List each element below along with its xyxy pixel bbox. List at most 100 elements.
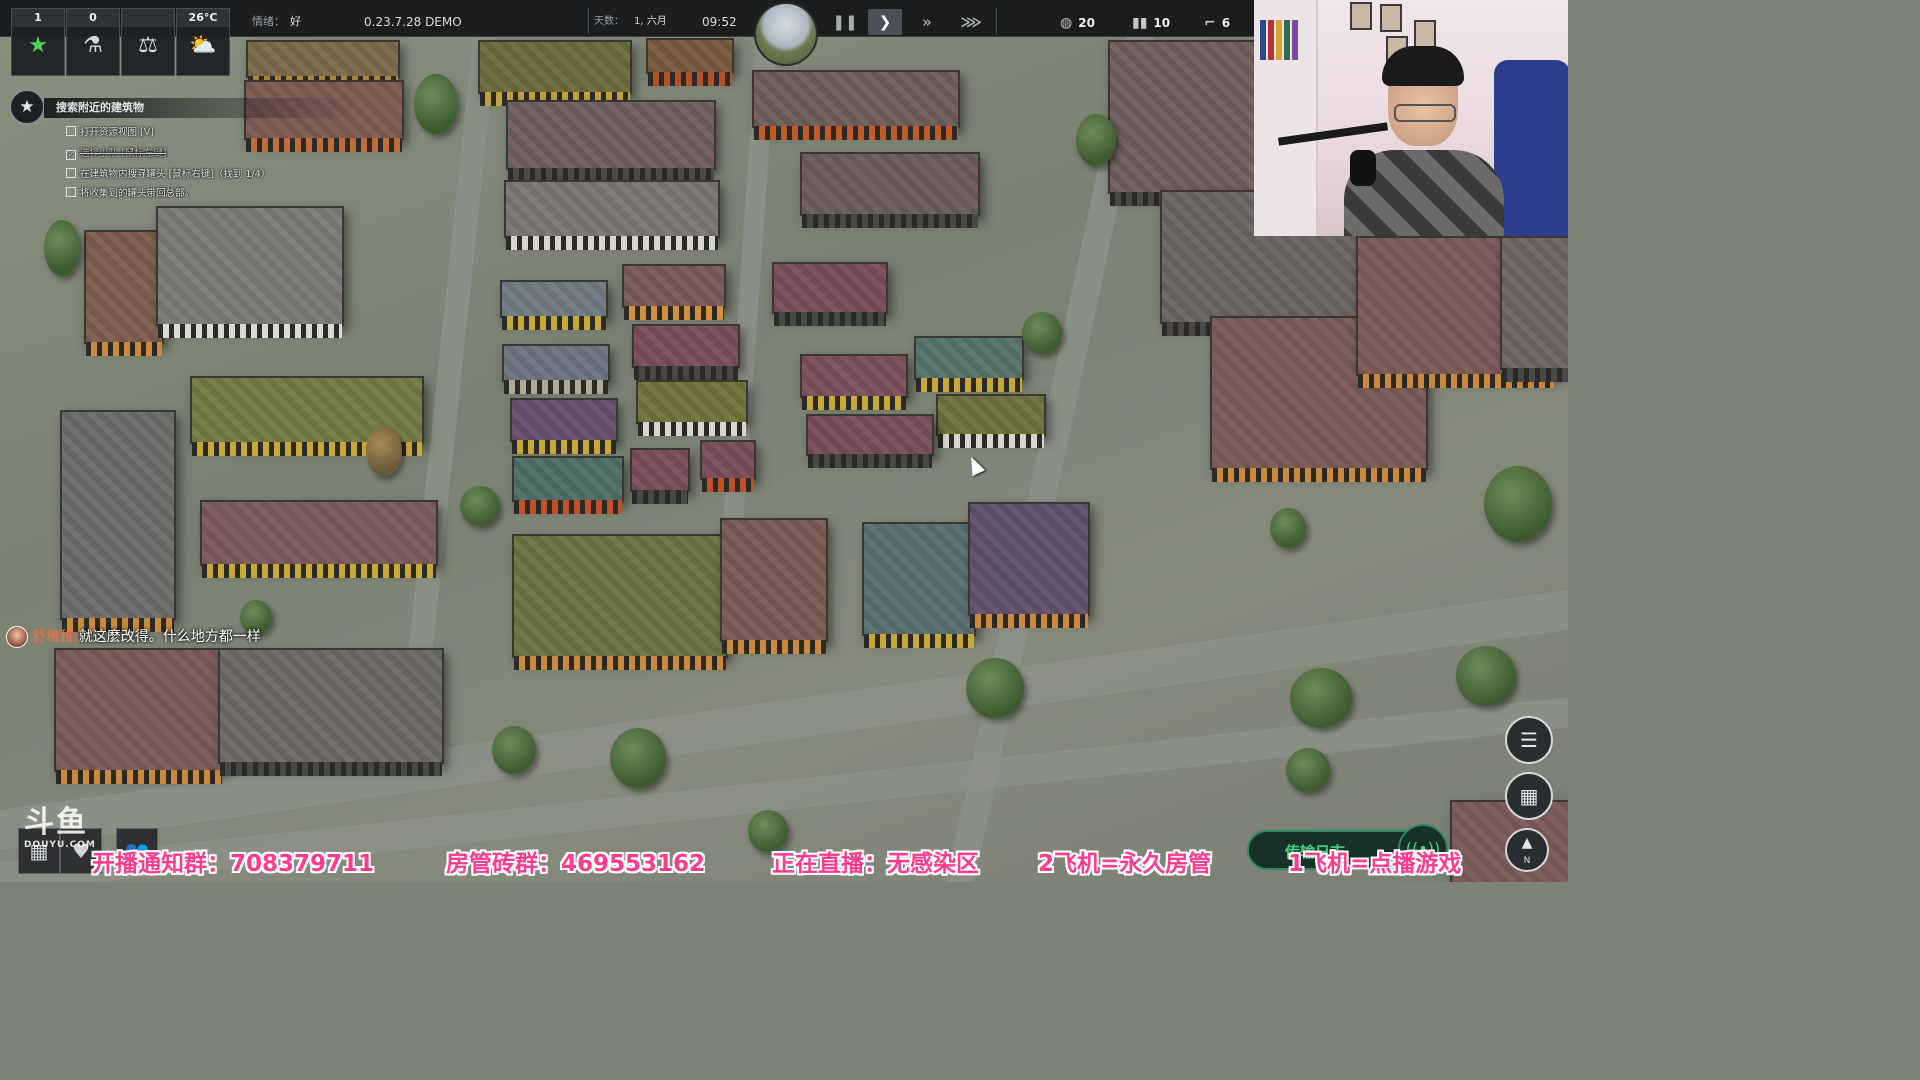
glasses	[1394, 104, 1456, 122]
logo-text: 斗鱼	[24, 805, 88, 840]
building[interactable]	[512, 456, 624, 514]
day-value: 1, 六月	[634, 16, 667, 27]
checkbox-checked-icon: ✓	[66, 150, 76, 160]
building[interactable]	[156, 206, 344, 338]
tree	[1076, 114, 1116, 166]
objective-item: 打开资源视图 [V]	[66, 124, 154, 138]
picture-frame	[1380, 4, 1402, 32]
picture-frame	[1350, 2, 1372, 30]
building[interactable]	[800, 354, 908, 410]
compass-icon: ▲	[1521, 835, 1533, 851]
building[interactable]	[720, 518, 828, 654]
overlay-admin-group: 房管砖群：469553162	[446, 851, 706, 877]
building[interactable]	[506, 100, 716, 182]
building[interactable]	[512, 534, 728, 670]
score-panel[interactable]: 1 ★	[11, 8, 65, 76]
score-value: 1	[12, 9, 64, 27]
building[interactable]	[806, 414, 934, 468]
version-text: 0.23.7.28 DEMO	[364, 15, 462, 29]
building[interactable]	[636, 380, 748, 436]
compass-button[interactable]: ▲ N	[1505, 828, 1549, 872]
play-button[interactable]: ❯	[868, 9, 902, 35]
layers-button[interactable]: ☰	[1505, 716, 1553, 764]
mouse-cursor	[964, 453, 986, 477]
building[interactable]	[800, 152, 980, 228]
balance-panel[interactable]: ⚖	[121, 8, 175, 76]
tree	[1286, 748, 1330, 792]
building[interactable]	[646, 38, 734, 86]
building[interactable]	[936, 394, 1046, 448]
tree	[1290, 668, 1352, 728]
building[interactable]	[502, 344, 610, 394]
building[interactable]	[622, 264, 726, 320]
fastest-forward-button[interactable]: ⋙	[954, 9, 988, 35]
building[interactable]	[914, 336, 1024, 392]
gaming-chair	[1494, 60, 1568, 236]
building[interactable]	[84, 230, 164, 356]
chat-message: 舒稚稚:就这麼改得。什么地方都一样	[6, 626, 261, 650]
tree	[460, 486, 500, 526]
clock-time: 09:52	[702, 15, 737, 29]
checkbox-icon	[66, 126, 76, 136]
ammo-count: 10	[1153, 16, 1171, 30]
picture-frame	[1414, 20, 1436, 48]
chat-text: 就这麼改得。什么地方都一样	[78, 629, 261, 645]
checkbox-icon	[66, 168, 76, 178]
ammo-stat: ▮▮ 10	[1132, 8, 1170, 36]
building[interactable]	[700, 440, 756, 492]
ammo-icon: ▮▮	[1132, 15, 1148, 31]
compass-label: N	[1523, 856, 1531, 866]
webcam-feed	[1254, 0, 1568, 236]
microphone	[1350, 150, 1376, 186]
chat-username: 舒稚稚:	[32, 629, 79, 645]
overlay-notice-group: 开播通知群：708379711	[92, 851, 375, 877]
balance-value	[122, 9, 174, 27]
food-icon: ◍	[1060, 15, 1073, 31]
building[interactable]	[752, 70, 960, 140]
building[interactable]	[862, 522, 976, 648]
building[interactable]	[60, 410, 176, 632]
building[interactable]	[1108, 40, 1262, 206]
day-label: 天数：	[594, 16, 624, 27]
building[interactable]	[500, 280, 608, 330]
day-night-dial[interactable]	[754, 2, 818, 66]
temperature-value: 26°C	[177, 9, 229, 27]
star-icon: ★	[28, 33, 48, 58]
building[interactable]	[504, 180, 720, 250]
building[interactable]	[478, 40, 632, 106]
building[interactable]	[510, 398, 618, 454]
objective-item: ✓ 选择小队 [鼠标左键]	[66, 148, 167, 160]
objective-item: 将收集到的罐头带回总部。	[66, 185, 194, 199]
fast-forward-button[interactable]: »	[910, 9, 944, 35]
building[interactable]	[246, 40, 400, 90]
objective-item: 在建筑物内搜寻罐头 [鼠标右键]（找到 1/4）	[66, 166, 270, 180]
research-panel[interactable]: 0 ⚗	[66, 8, 120, 76]
pause-button[interactable]: ❚❚	[828, 9, 862, 35]
building[interactable]	[200, 500, 438, 578]
building[interactable]	[968, 502, 1090, 628]
gun-stat: ⌐ 6	[1204, 8, 1230, 36]
tree	[966, 658, 1024, 718]
grid-icon: ▦	[1519, 784, 1539, 808]
building[interactable]	[772, 262, 888, 326]
balance-scale-icon: ⚖	[138, 33, 158, 58]
building[interactable]	[54, 648, 224, 784]
tree	[748, 810, 788, 852]
objective-star-icon[interactable]: ★	[9, 89, 45, 125]
bookshelf	[1254, 0, 1318, 236]
weather-icon: ⛅	[189, 33, 217, 58]
gun-icon: ⌐	[1204, 15, 1216, 31]
grid-button[interactable]: ▦	[1505, 772, 1553, 820]
tree	[1022, 312, 1062, 354]
overlay-reward-2: 2飞机=永久房管	[1038, 851, 1212, 877]
building[interactable]	[218, 648, 444, 776]
gun-count: 6	[1221, 16, 1231, 30]
building[interactable]	[630, 448, 690, 504]
flask-icon: ⚗	[83, 33, 103, 58]
building[interactable]	[1500, 236, 1568, 382]
tree	[44, 220, 80, 276]
tree	[1456, 646, 1516, 706]
building[interactable]	[632, 324, 740, 380]
weather-panel[interactable]: 26°C ⛅	[176, 8, 230, 76]
food-stat: ◍ 20	[1060, 8, 1095, 36]
